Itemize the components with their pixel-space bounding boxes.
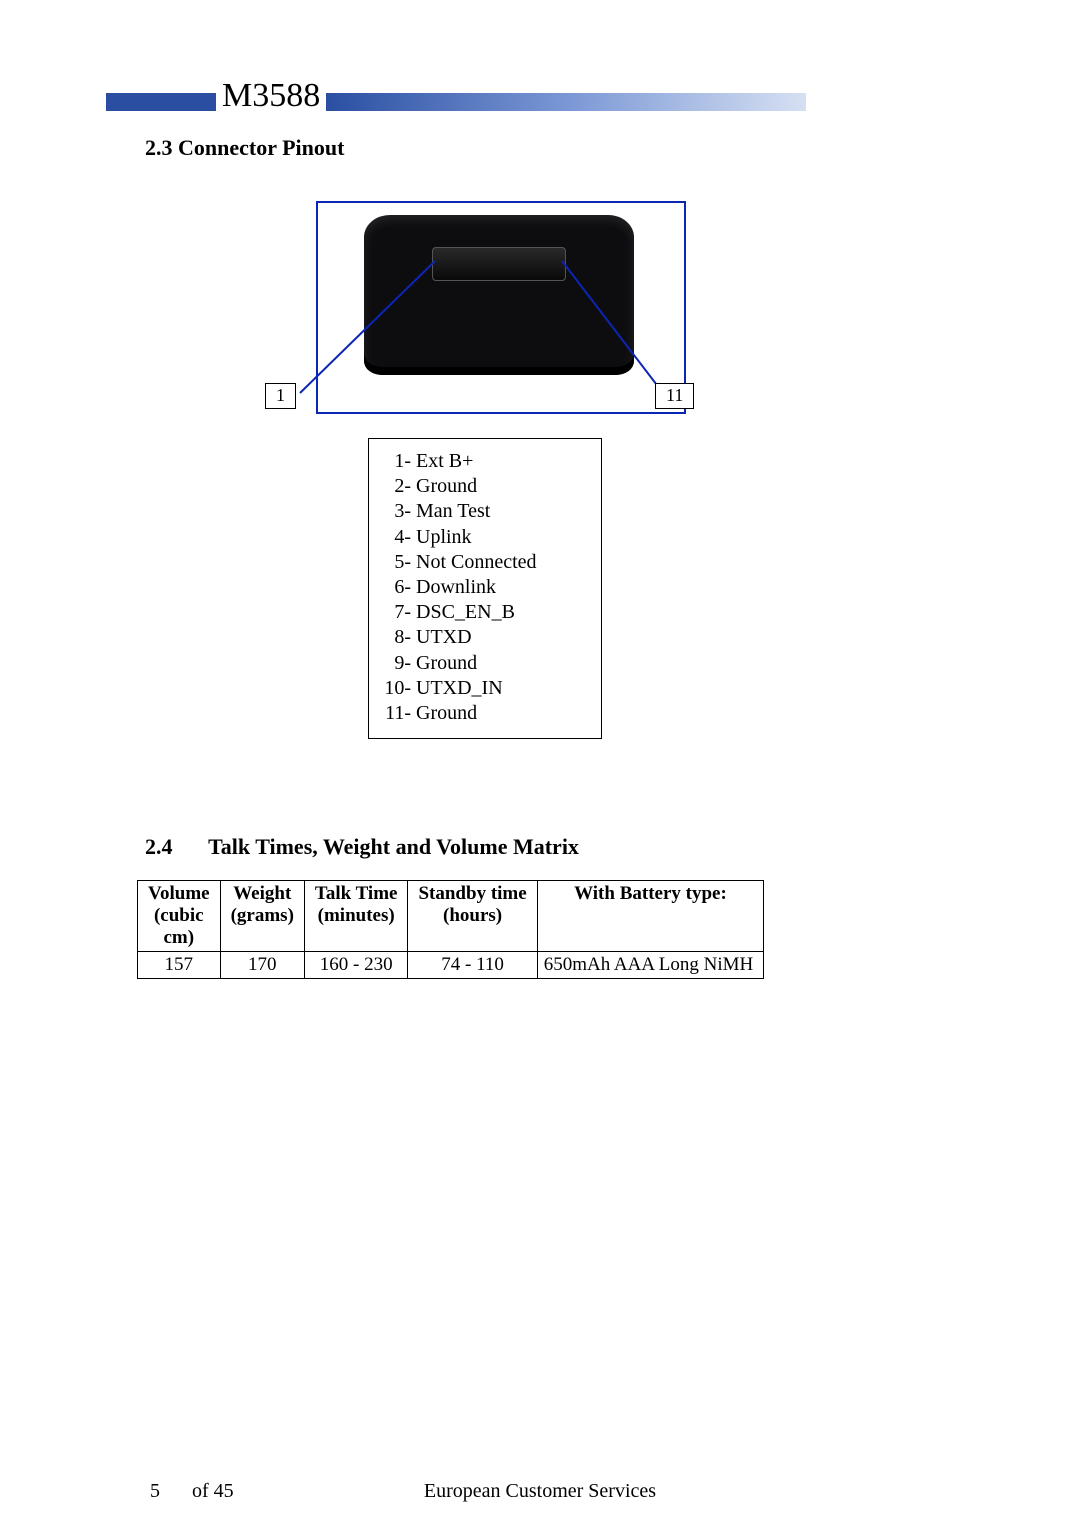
pin-name: Uplink xyxy=(411,526,472,548)
pin-number: 9- xyxy=(383,651,411,676)
pin-name: DSC_EN_B xyxy=(411,601,515,623)
pin-row: 4- Uplink xyxy=(383,525,587,550)
pin-number: 6- xyxy=(383,575,411,600)
pin-row: 3- Man Test xyxy=(383,499,587,524)
pin-row: 7- DSC_EN_B xyxy=(383,600,587,625)
pin-row: 10- UTXD_IN xyxy=(383,676,587,701)
cell-talk: 160 - 230 xyxy=(304,952,408,979)
device-icon xyxy=(364,215,634,375)
document-model: M3588 xyxy=(216,79,326,113)
band-right xyxy=(326,93,806,111)
band-left xyxy=(106,93,216,111)
pin-row: 2- Ground xyxy=(383,474,587,499)
cell-standby: 74 - 110 xyxy=(408,952,537,979)
pin-number: 8- xyxy=(383,625,411,650)
pin-list: 1- Ext B+2- Ground3- Man Test4- Uplink5-… xyxy=(368,438,602,739)
cell-weight: 170 xyxy=(220,952,304,979)
connector-figure xyxy=(316,201,686,414)
pin-label-left: 1 xyxy=(265,383,296,409)
section-number: 2.4 xyxy=(145,834,203,860)
pin-name: UTXD_IN xyxy=(411,677,503,699)
cell-battery: 650mAh AAA Long NiMH xyxy=(537,952,764,979)
col-weight: Weight(grams) xyxy=(220,881,304,952)
section-number: 2.3 xyxy=(145,135,173,160)
spec-matrix-table: Volume(cubiccm) Weight(grams) Talk Time(… xyxy=(137,880,764,979)
pin-number: 4- xyxy=(383,525,411,550)
section-2.3-heading: 2.3 Connector Pinout xyxy=(145,135,344,161)
section-2.4-heading: 2.4 Talk Times, Weight and Volume Matrix xyxy=(145,834,579,860)
section-title: Connector Pinout xyxy=(178,135,344,160)
table-header-row: Volume(cubiccm) Weight(grams) Talk Time(… xyxy=(138,881,764,952)
page: M3588 2.3 Connector Pinout 1 11 1- Ext B… xyxy=(0,0,1080,1528)
cell-volume: 157 xyxy=(138,952,221,979)
pin-row: 11- Ground xyxy=(383,701,587,726)
section-title: Talk Times, Weight and Volume Matrix xyxy=(208,834,579,859)
pin-name: Ground xyxy=(411,475,477,497)
pin-number: 2- xyxy=(383,474,411,499)
pin-name: Not Connected xyxy=(411,551,537,573)
col-talk: Talk Time(minutes) xyxy=(304,881,408,952)
col-volume: Volume(cubiccm) xyxy=(138,881,221,952)
pin-row: 6- Downlink xyxy=(383,575,587,600)
pin-name: UTXD xyxy=(411,626,472,648)
col-battery: With Battery type: xyxy=(537,881,764,952)
pin-row: 9- Ground xyxy=(383,651,587,676)
pin-number: 7- xyxy=(383,600,411,625)
table-row: 157 170 160 - 230 74 - 110 650mAh AAA Lo… xyxy=(138,952,764,979)
pin-number: 1- xyxy=(383,449,411,474)
pin-label-right: 11 xyxy=(655,383,694,409)
pin-row: 1- Ext B+ xyxy=(383,449,587,474)
pin-name: Man Test xyxy=(411,500,490,522)
pin-name: Ext B+ xyxy=(411,450,473,472)
footer-center: European Customer Services xyxy=(0,1480,1080,1503)
pin-row: 8- UTXD xyxy=(383,625,587,650)
pin-number: 3- xyxy=(383,499,411,524)
pin-number: 10- xyxy=(383,676,411,701)
pin-number: 5- xyxy=(383,550,411,575)
pin-number: 11- xyxy=(383,701,411,726)
pin-row: 5- Not Connected xyxy=(383,550,587,575)
col-standby: Standby time(hours) xyxy=(408,881,537,952)
header-band: M3588 xyxy=(106,90,806,114)
pin-name: Downlink xyxy=(411,576,496,598)
pin-name: Ground xyxy=(411,702,477,724)
pin-name: Ground xyxy=(411,652,477,674)
